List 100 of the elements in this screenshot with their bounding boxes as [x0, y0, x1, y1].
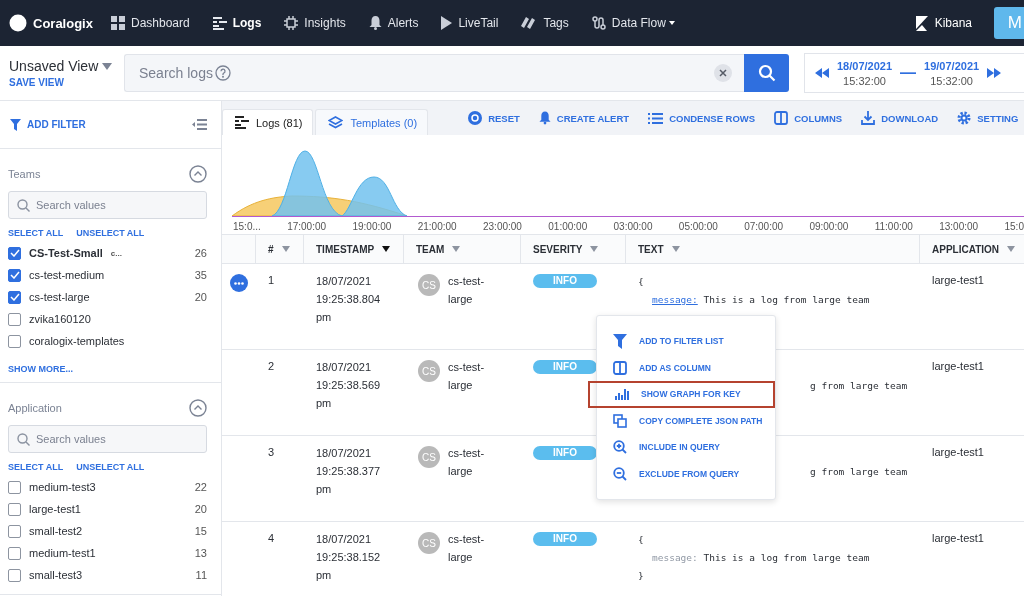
- show-more-link[interactable]: SHOW MORE...: [8, 364, 207, 374]
- checkbox[interactable]: [8, 568, 21, 582]
- column-header[interactable]: TEXT: [626, 235, 920, 263]
- search-button[interactable]: [744, 54, 789, 92]
- checkbox[interactable]: [8, 546, 21, 560]
- search-values-field[interactable]: Search values: [8, 425, 207, 453]
- search-input[interactable]: Search logs: [139, 65, 213, 81]
- kibana-link[interactable]: Kibana: [915, 15, 972, 31]
- filter-value-label: cs-test-medium: [29, 269, 105, 281]
- end-time: 15:32:00: [930, 74, 973, 87]
- download-icon: [861, 111, 876, 125]
- nav-item[interactable]: Alerts: [368, 16, 419, 30]
- checkbox[interactable]: [8, 268, 21, 282]
- fast-forward-icon[interactable]: [987, 68, 1002, 78]
- context-menu-item[interactable]: COPY COMPLETE JSON PATH: [597, 407, 775, 434]
- filter-value-count: 35: [193, 269, 207, 281]
- nav-item[interactable]: Dashboard: [110, 16, 190, 30]
- team-name: large: [448, 551, 474, 564]
- toolbar-button[interactable]: SETTING: [957, 111, 1019, 125]
- toolbar-button[interactable]: CONDENSE ROWS: [648, 112, 756, 124]
- context-menu-item[interactable]: INCLUDE IN QUERY: [597, 434, 775, 461]
- context-menu-item[interactable]: SHOW GRAPH FOR KEY: [588, 381, 775, 408]
- toolbar-button[interactable]: CREATE ALERT: [538, 111, 630, 125]
- view-tab[interactable]: Templates (0): [315, 109, 429, 135]
- column-header[interactable]: SEVERITY: [521, 235, 626, 263]
- add-filter-button[interactable]: ADD FILTER: [10, 118, 86, 131]
- toolbar-button[interactable]: COLUMNS: [774, 111, 843, 125]
- axis-label: 05:00:00: [678, 221, 718, 232]
- axis-label: 15:0: [1004, 221, 1024, 232]
- column-header[interactable]: #: [256, 235, 304, 263]
- select-all-link[interactable]: SELECT ALL: [8, 462, 64, 472]
- row-number: 1: [268, 274, 275, 286]
- checkbox[interactable]: [8, 502, 21, 516]
- nav-item[interactable]: Tags: [521, 16, 569, 30]
- checkbox[interactable]: [8, 524, 21, 538]
- checkbox[interactable]: [8, 334, 21, 348]
- column-header[interactable]: TEAM: [404, 235, 521, 263]
- filter-value-count: 20: [193, 291, 207, 303]
- row-actions-button[interactable]: [230, 274, 248, 292]
- list-icon: [648, 112, 664, 124]
- axis-label: 01:00:00: [548, 221, 588, 232]
- timestamp-time: 19:25:38.152: [316, 551, 382, 564]
- collapse-toggle-icon[interactable]: [189, 399, 207, 417]
- zoom-in-icon: [613, 440, 627, 455]
- search-values-field[interactable]: Search values: [8, 191, 207, 219]
- timestamp-period: pm: [316, 483, 333, 496]
- filter-value-label: small-test2: [29, 525, 83, 537]
- team-name: large: [448, 379, 474, 392]
- collapse-toggle-icon[interactable]: [189, 165, 207, 183]
- team-avatar: CS: [418, 532, 440, 554]
- view-title[interactable]: Unsaved View: [9, 58, 124, 74]
- start-date: 18/07/2021: [837, 59, 893, 72]
- nav-item[interactable]: Insights: [284, 16, 346, 30]
- view-tab[interactable]: Logs (81): [222, 109, 314, 135]
- filter-value-label: coralogix-templates: [29, 335, 125, 347]
- search-values-input[interactable]: Search values: [36, 433, 186, 445]
- columns-icon: [613, 360, 627, 375]
- axis-label: 03:00:00: [613, 221, 653, 232]
- checkbox[interactable]: [8, 312, 21, 326]
- logo-icon: [9, 14, 27, 32]
- nav-item[interactable]: Logs: [212, 16, 262, 30]
- column-header[interactable]: TIMESTAMP: [304, 235, 404, 263]
- column-header[interactable]: APPLICATION: [920, 235, 1024, 263]
- start-time: 15:32:00: [843, 74, 886, 87]
- reset-icon: [468, 111, 483, 125]
- nav-item[interactable]: Data Flow: [591, 16, 675, 30]
- save-view-link[interactable]: SAVE VIEW: [9, 77, 124, 88]
- timestamp-time: 19:25:38.804: [316, 293, 382, 306]
- axis-label: 21:00:00: [417, 221, 457, 232]
- unselect-all-link[interactable]: UNSELECT ALL: [76, 462, 145, 472]
- team-name: large: [448, 465, 474, 478]
- filter-value-count: 15: [193, 525, 207, 537]
- json-key-link[interactable]: message:: [652, 294, 698, 305]
- checkbox[interactable]: [8, 480, 21, 494]
- context-menu-item[interactable]: EXCLUDE FROM QUERY: [597, 460, 775, 487]
- kibana-icon: [915, 15, 928, 31]
- timestamp-date: 18/07/2021: [316, 447, 373, 460]
- unselect-all-link[interactable]: UNSELECT ALL: [76, 228, 145, 238]
- select-all-link[interactable]: SELECT ALL: [8, 228, 64, 238]
- clear-button[interactable]: [714, 64, 732, 82]
- filter-section-title: Application: [8, 402, 62, 414]
- context-menu-item[interactable]: ADD AS COLUMN: [597, 354, 775, 381]
- toolbar-button[interactable]: RESET: [468, 111, 520, 125]
- checkbox[interactable]: [8, 290, 21, 304]
- severity-badge: INFO: [533, 274, 597, 288]
- timestamp-period: pm: [316, 569, 333, 582]
- toolbar-button[interactable]: DOWNLOAD: [861, 111, 939, 125]
- timestamp-date: 18/07/2021: [316, 275, 373, 288]
- json-brace: }: [638, 569, 645, 582]
- collapse-panel-icon[interactable]: [192, 119, 207, 130]
- search-values-input[interactable]: Search values: [36, 199, 186, 211]
- json-value: g from large team: [810, 465, 908, 478]
- end-date: 19/07/2021: [924, 59, 980, 72]
- nav-item[interactable]: LiveTail: [441, 16, 499, 30]
- settings-icon: [957, 111, 972, 125]
- rewind-icon[interactable]: [815, 68, 829, 78]
- layers-icon: [328, 115, 344, 130]
- flow-icon: [591, 16, 606, 30]
- checkbox[interactable]: [8, 246, 21, 260]
- context-menu-item[interactable]: ADD TO FILTER LIST: [597, 328, 775, 355]
